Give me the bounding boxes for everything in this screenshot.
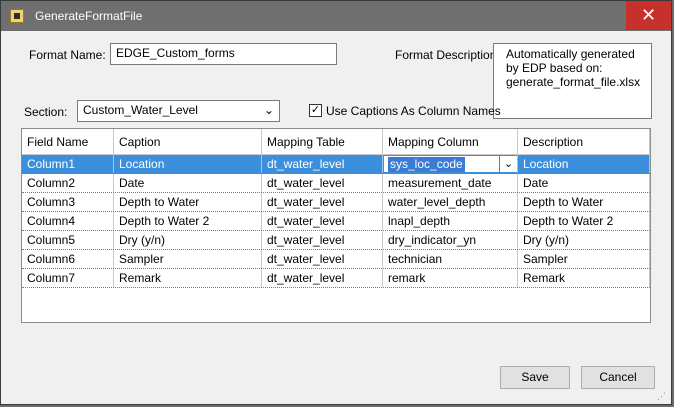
section-selected-value: Custom_Water_Level bbox=[83, 103, 198, 117]
section-label: Section: bbox=[24, 105, 68, 119]
cell-mapping-table[interactable]: dt_water_level bbox=[262, 174, 383, 192]
cell-field-name[interactable]: Column3 bbox=[22, 193, 114, 211]
cell-field-name[interactable]: Column1 bbox=[22, 155, 114, 173]
cell-mapping-column[interactable]: dry_indicator_yn bbox=[383, 231, 518, 249]
close-button[interactable]: ✕ bbox=[626, 1, 671, 30]
cell-mapping-table[interactable]: dt_water_level bbox=[262, 212, 383, 230]
column-header-description[interactable]: Description bbox=[518, 129, 650, 154]
table-row[interactable]: Column5 Dry (y/n) dt_water_level dry_ind… bbox=[22, 231, 650, 250]
cell-mapping-table[interactable]: dt_water_level bbox=[262, 269, 383, 287]
cell-mapping-column[interactable]: remark bbox=[383, 269, 518, 287]
use-captions-checkbox[interactable]: ✓ bbox=[309, 104, 322, 117]
cancel-button[interactable]: Cancel bbox=[581, 366, 655, 389]
table-row[interactable]: Column2 Date dt_water_level measurement_… bbox=[22, 174, 650, 193]
grid-header: Field Name Caption Mapping Table Mapping… bbox=[22, 129, 650, 155]
cell-caption[interactable]: Remark bbox=[114, 269, 262, 287]
cell-mapping-table[interactable]: dt_water_level bbox=[262, 193, 383, 211]
mapping-column-dropdown-editor[interactable]: sys_loc_code ⌄ bbox=[383, 155, 517, 173]
cell-field-name[interactable]: Column5 bbox=[22, 231, 114, 249]
format-name-input[interactable]: EDGE_Custom_forms bbox=[110, 43, 337, 65]
cell-description[interactable]: Depth to Water 2 bbox=[518, 212, 650, 230]
cell-description[interactable]: Date bbox=[518, 174, 650, 192]
save-button[interactable]: Save bbox=[500, 366, 570, 389]
column-header-caption[interactable]: Caption bbox=[114, 129, 262, 154]
window-title: GenerateFormatFile bbox=[35, 9, 143, 23]
cell-caption[interactable]: Dry (y/n) bbox=[114, 231, 262, 249]
format-description-label: Format Description: bbox=[395, 48, 500, 62]
cell-mapping-column[interactable]: lnapl_depth bbox=[383, 212, 518, 230]
cell-mapping-column[interactable]: measurement_date bbox=[383, 174, 518, 192]
table-row[interactable]: Column4 Depth to Water 2 dt_water_level … bbox=[22, 212, 650, 231]
cell-caption[interactable]: Date bbox=[114, 174, 262, 192]
cell-description[interactable]: Dry (y/n) bbox=[518, 231, 650, 249]
cell-caption[interactable]: Location bbox=[114, 155, 262, 173]
cell-description[interactable]: Location bbox=[518, 155, 650, 173]
cell-caption[interactable]: Depth to Water bbox=[114, 193, 262, 211]
cell-mapping-column[interactable]: sys_loc_code ⌄ bbox=[383, 155, 518, 173]
column-header-mapping-table[interactable]: Mapping Table bbox=[262, 129, 383, 154]
table-row[interactable]: Column6 Sampler dt_water_level technicia… bbox=[22, 250, 650, 269]
mapping-column-editor-value[interactable]: sys_loc_code bbox=[388, 157, 465, 172]
cell-mapping-table[interactable]: dt_water_level bbox=[262, 250, 383, 268]
chevron-down-icon[interactable]: ⌄ bbox=[499, 156, 517, 172]
cell-mapping-table[interactable]: dt_water_level bbox=[262, 155, 383, 173]
column-header-mapping-column[interactable]: Mapping Column bbox=[383, 129, 518, 154]
field-mapping-grid[interactable]: Field Name Caption Mapping Table Mapping… bbox=[21, 128, 651, 323]
cell-field-name[interactable]: Column6 bbox=[22, 250, 114, 268]
use-captions-label: Use Captions As Column Names bbox=[326, 104, 501, 118]
column-header-field-name[interactable]: Field Name bbox=[22, 129, 114, 154]
cell-mapping-table[interactable]: dt_water_level bbox=[262, 231, 383, 249]
resize-grip-icon[interactable]: ⋰ bbox=[657, 390, 669, 402]
table-row[interactable]: Column7 Remark dt_water_level remark Rem… bbox=[22, 269, 650, 288]
section-select[interactable]: Custom_Water_Level ⌄ bbox=[77, 100, 280, 122]
cell-mapping-column[interactable]: technician bbox=[383, 250, 518, 268]
table-row[interactable]: Column1 Location dt_water_level sys_loc_… bbox=[22, 155, 650, 174]
cell-description[interactable]: Depth to Water bbox=[518, 193, 650, 211]
cell-field-name[interactable]: Column4 bbox=[22, 212, 114, 230]
cell-field-name[interactable]: Column7 bbox=[22, 269, 114, 287]
format-description-input[interactable]: Automatically generated by EDP based on:… bbox=[493, 43, 652, 119]
title-bar[interactable]: GenerateFormatFile ✕ bbox=[1, 1, 671, 31]
cell-description[interactable]: Sampler bbox=[518, 250, 650, 268]
cell-field-name[interactable]: Column2 bbox=[22, 174, 114, 192]
chevron-down-icon: ⌄ bbox=[263, 103, 274, 117]
cell-description[interactable]: Remark bbox=[518, 269, 650, 287]
format-name-label: Format Name: bbox=[29, 48, 106, 62]
cell-caption[interactable]: Sampler bbox=[114, 250, 262, 268]
generate-format-file-window: GenerateFormatFile ✕ Format Name: EDGE_C… bbox=[0, 0, 672, 405]
table-row[interactable]: Column3 Depth to Water dt_water_level wa… bbox=[22, 193, 650, 212]
form-app-icon bbox=[10, 9, 24, 23]
cell-mapping-column[interactable]: water_level_depth bbox=[383, 193, 518, 211]
cell-caption[interactable]: Depth to Water 2 bbox=[114, 212, 262, 230]
